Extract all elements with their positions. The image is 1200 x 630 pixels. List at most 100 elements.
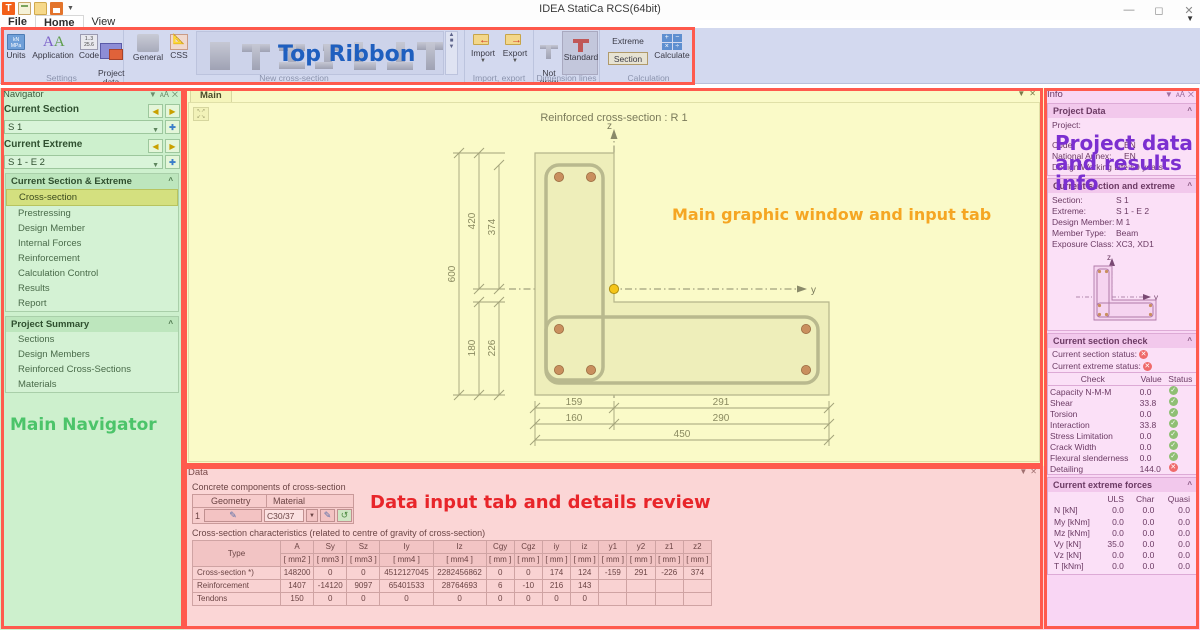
import-dropdown-icon[interactable]: ▼: [467, 58, 499, 64]
chevron-down-icon[interactable]: ▼: [152, 124, 159, 137]
member-type-value: Beam: [1116, 228, 1139, 239]
chevron-down-icon[interactable]: ▼: [152, 159, 159, 172]
ribbon-button-export[interactable]: → Export ▼: [499, 33, 531, 64]
force-uls: 0.0: [1112, 527, 1124, 538]
forces-col-quasi: Quasi: [1167, 494, 1190, 505]
table-row[interactable]: Cross-section *) 148200 0 0 4512127045 2…: [192, 566, 713, 580]
add-extreme-button[interactable]: ✚: [165, 155, 180, 169]
current-extreme-combo[interactable]: S 1 - E 2 ▼: [4, 155, 163, 169]
table-row[interactable]: Shear 33.8: [1048, 397, 1196, 408]
refresh-icon[interactable]: ↺: [338, 510, 351, 521]
chevron-up-icon[interactable]: ^: [1187, 106, 1192, 115]
sidebar-item-calculation-control[interactable]: Calculation Control: [6, 266, 178, 281]
chevron-up-icon[interactable]: ^: [168, 319, 173, 328]
data-pane-controls[interactable]: ▼✕: [1019, 467, 1040, 476]
force-char: 0.0: [1142, 538, 1155, 549]
current-extreme-forces-body: ULS Char Quasi N [kN] 0.0 0.0 0.0 My [kNm] 0…: [1048, 492, 1196, 573]
maximize-icon[interactable]: ◻: [1152, 4, 1166, 17]
chevron-down-icon[interactable]: ▼: [1186, 14, 1194, 23]
table-row[interactable]: Crack Width 0.0: [1048, 441, 1196, 452]
table-row[interactable]: Tendons 150 0 0 0 0 0 0 0 0: [192, 592, 713, 606]
concrete-index-header: [193, 495, 205, 507]
table-row[interactable]: Detailing 144.0: [1048, 463, 1196, 474]
sidebar-item-cross-section[interactable]: Cross-section: [6, 189, 178, 206]
table-row[interactable]: Stress Limitation 0.0: [1048, 430, 1196, 441]
table-row[interactable]: Interaction 33.8: [1048, 419, 1196, 430]
ribbon-label-extreme-wrap: Extreme: [608, 37, 648, 46]
current-section-info-header[interactable]: Current section and extreme ^: [1048, 179, 1196, 194]
gallery-scrollbar[interactable]: ▲ ■ ▼: [445, 31, 458, 75]
rebar: [585, 172, 596, 183]
concrete-components-label: Concrete components of cross-section: [192, 482, 346, 492]
sidebar-item-design-members[interactable]: Design Members: [6, 347, 178, 362]
material-combo[interactable]: C30/37: [264, 509, 304, 522]
extreme-prev-button[interactable]: ◀: [148, 139, 163, 153]
material-dropdown-button[interactable]: ▼: [306, 509, 318, 522]
col-header-y1: y1: [598, 540, 628, 554]
export-dropdown-icon[interactable]: ▼: [499, 58, 531, 64]
window-controls[interactable]: — ◻ ✕: [1122, 0, 1196, 20]
table-row[interactable]: Flexural slenderness 0.0: [1048, 452, 1196, 463]
col-unit-z1: [ mm ]: [654, 553, 684, 567]
ribbon-button-css[interactable]: CSS: [166, 34, 192, 60]
add-section-button[interactable]: ✚: [165, 120, 180, 134]
section-next-button[interactable]: ▶: [165, 104, 180, 118]
cell-iy: 0: [379, 592, 434, 606]
sidebar-item-sections[interactable]: Sections: [6, 332, 178, 347]
sidebar-item-materials[interactable]: Materials: [6, 377, 178, 392]
current-section-check-header[interactable]: Current section check ^: [1048, 334, 1196, 349]
gallery-more-icon[interactable]: ▼: [446, 44, 457, 50]
geometry-edit-cell[interactable]: ✎: [204, 509, 262, 522]
chevron-up-icon[interactable]: ^: [1187, 181, 1192, 190]
ribbon-button-import[interactable]: ← Import ▼: [467, 33, 499, 64]
sidebar-item-reinforcement[interactable]: Reinforcement: [6, 251, 178, 266]
navigator-section-group-header[interactable]: Current Section & Extreme ^: [6, 174, 178, 189]
table-row[interactable]: Capacity N-M-M 0.0: [1048, 386, 1196, 398]
chevron-up-icon[interactable]: ^: [1187, 480, 1192, 489]
cell-a: 1407: [279, 579, 315, 593]
table-row[interactable]: Reinforcement 1407 -14120 9097 65401533 …: [192, 579, 713, 593]
tab-main[interactable]: Main: [190, 88, 232, 102]
table-row[interactable]: Torsion 0.0: [1048, 408, 1196, 419]
navigator-dock-controls[interactable]: ▼🗚✕: [149, 88, 181, 101]
force-char: 0.0: [1142, 527, 1155, 538]
ribbon-button-units[interactable]: Units: [2, 34, 30, 60]
menu-tab-strip[interactable]: File Home View: [0, 14, 124, 30]
project-data-header[interactable]: Project Data ^: [1048, 104, 1196, 118]
ribbon-button-general[interactable]: General: [130, 34, 166, 62]
chevron-up-icon[interactable]: ^: [1187, 336, 1192, 345]
tab-view[interactable]: View: [84, 15, 124, 29]
sidebar-item-results[interactable]: Results: [6, 281, 178, 296]
current-extreme-forces-header[interactable]: Current extreme forces ^: [1048, 478, 1196, 493]
chevron-down-icon[interactable]: ▼: [307, 510, 317, 521]
check-status: [1165, 397, 1196, 408]
col-header-iz: Iz: [432, 540, 487, 554]
shape-gallery[interactable]: [196, 31, 444, 75]
info-pane-controls[interactable]: ▼🗚✕: [1165, 88, 1197, 101]
sidebar-item-prestressing[interactable]: Prestressing: [6, 206, 178, 221]
main-tab-strip: Main ▼✕: [184, 88, 1044, 102]
ribbon-button-calculate[interactable]: + − × ÷ Calculate: [650, 34, 694, 60]
ribbon-group-new-cross-section: General CSS: [124, 28, 465, 84]
main-pane-controls[interactable]: ▼✕: [1017, 89, 1040, 98]
cross-section-canvas[interactable]: Reinforced cross-section : R 1 z y: [188, 102, 1040, 462]
minimize-icon[interactable]: —: [1122, 4, 1136, 16]
section-prev-button[interactable]: ◀: [148, 104, 163, 118]
material-edit-button[interactable]: ✎: [320, 509, 335, 522]
ribbon-button-application[interactable]: AA Application: [30, 34, 76, 60]
table-row[interactable]: 1 ✎ C30/37 ▼ ✎ ↺: [193, 507, 353, 523]
material-refresh-button[interactable]: ↺: [337, 509, 352, 522]
chevron-up-icon[interactable]: ^: [168, 176, 173, 185]
sidebar-item-internal-forces[interactable]: Internal Forces: [6, 236, 178, 251]
ribbon-button-standard[interactable]: Standard: [562, 31, 598, 75]
navigator-summary-group-header[interactable]: Project Summary ^: [6, 317, 178, 332]
pencil-icon[interactable]: ✎: [321, 510, 334, 521]
sidebar-item-reinforced-cross-sections[interactable]: Reinforced Cross-Sections: [6, 362, 178, 377]
current-section-combo[interactable]: S 1 ▼: [4, 120, 163, 134]
tab-file[interactable]: File: [0, 15, 35, 29]
sidebar-item-design-member[interactable]: Design Member: [6, 221, 178, 236]
pencil-icon[interactable]: ✎: [205, 510, 261, 521]
sidebar-item-report[interactable]: Report: [6, 296, 178, 311]
extreme-next-button[interactable]: ▶: [165, 139, 180, 153]
ribbon-button-section[interactable]: Section: [608, 52, 648, 65]
